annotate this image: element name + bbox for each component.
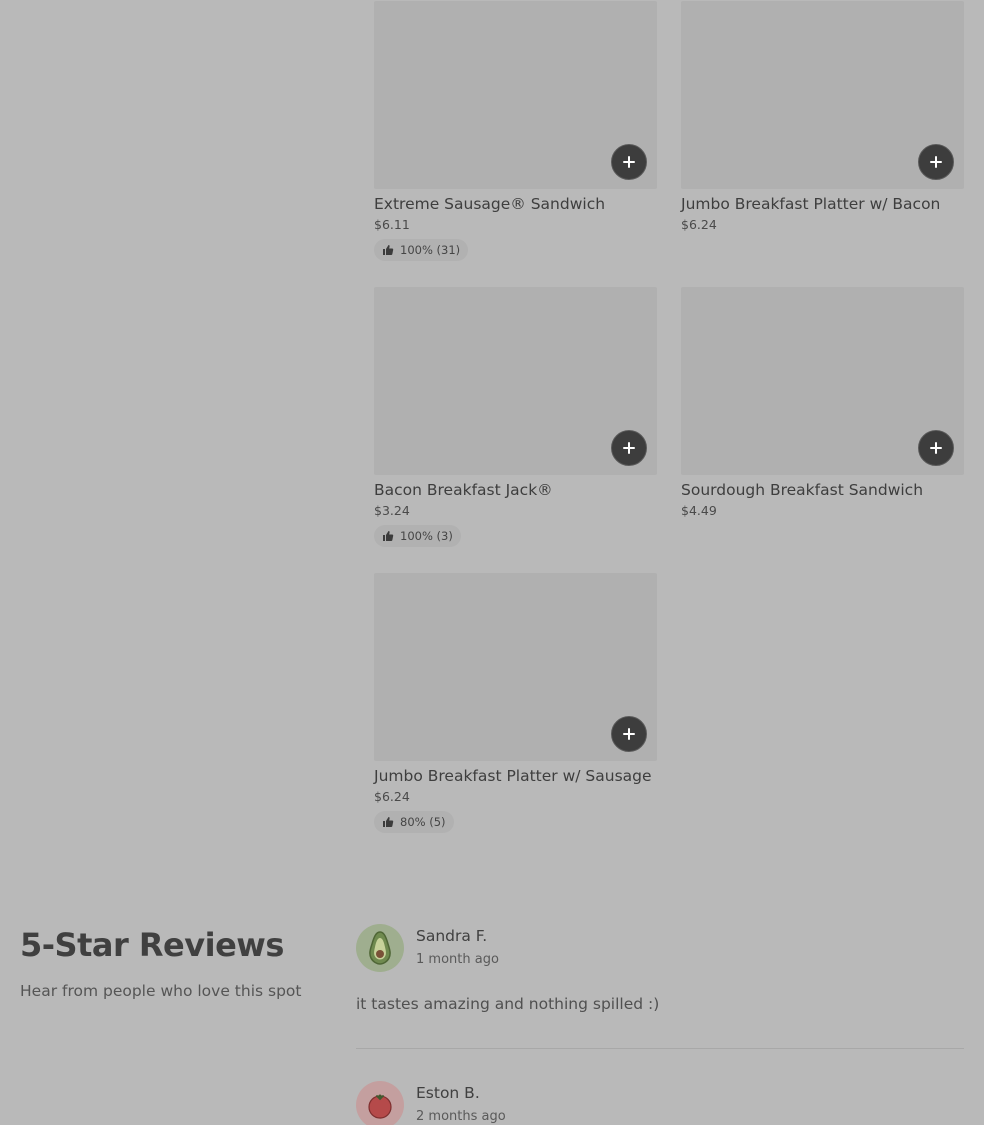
menu-item-name: Bacon Breakfast Jack® (374, 481, 553, 499)
avocado-icon (369, 931, 391, 965)
avatar (356, 924, 404, 972)
reviewer-name: Sandra F. (416, 927, 488, 945)
review-card: Eston B. 2 months ago (356, 1081, 964, 1125)
rating-text: 100% (31) (400, 243, 461, 257)
plus-icon (623, 442, 635, 454)
reviews-title: 5-Star Reviews (20, 926, 284, 964)
menu-item-card[interactable]: Jumbo Breakfast Platter w/ Sausage $6.24… (374, 573, 657, 833)
add-to-cart-button[interactable] (611, 716, 647, 752)
menu-item-card[interactable]: Extreme Sausage® Sandwich $6.11 100% (31… (374, 1, 657, 261)
thumbs-up-icon (383, 245, 394, 255)
menu-item-name: Sourdough Breakfast Sandwich (681, 481, 924, 499)
review-time: 2 months ago (416, 1109, 506, 1124)
plus-icon (930, 442, 942, 454)
rating-badge: 80% (5) (374, 811, 454, 833)
menu-item-card[interactable]: Sourdough Breakfast Sandwich $4.49 (681, 287, 964, 519)
review-divider (356, 1048, 964, 1049)
menu-item-name: Extreme Sausage® Sandwich (374, 195, 606, 213)
menu-item-image[interactable] (374, 287, 657, 475)
plus-icon (623, 728, 635, 740)
add-to-cart-button[interactable] (918, 144, 954, 180)
menu-item-price: $6.24 (681, 217, 717, 232)
menu-item-image[interactable] (374, 1, 657, 189)
thumbs-up-icon (383, 531, 394, 541)
add-to-cart-button[interactable] (611, 144, 647, 180)
reviews-subtitle: Hear from people who love this spot (20, 982, 302, 1000)
menu-item-price: $6.11 (374, 217, 410, 232)
menu-item-image[interactable] (681, 1, 964, 189)
store-page: Extreme Sausage® Sandwich $6.11 100% (31… (0, 0, 984, 1125)
menu-item-card[interactable]: Bacon Breakfast Jack® $3.24 100% (3) (374, 287, 657, 547)
review-card: Sandra F. 1 month ago it tastes amazing … (356, 924, 964, 1024)
review-time: 1 month ago (416, 952, 499, 967)
plus-icon (930, 156, 942, 168)
menu-item-image[interactable] (374, 573, 657, 761)
rating-badge: 100% (31) (374, 239, 469, 261)
menu-item-name: Jumbo Breakfast Platter w/ Sausage (374, 767, 652, 785)
menu-item-card[interactable]: Jumbo Breakfast Platter w/ Bacon $6.24 (681, 1, 964, 233)
avatar (356, 1081, 404, 1125)
menu-item-price: $3.24 (374, 503, 410, 518)
rating-badge: 100% (3) (374, 525, 461, 547)
reviewer-name: Eston B. (416, 1084, 480, 1102)
add-to-cart-button[interactable] (918, 430, 954, 466)
add-to-cart-button[interactable] (611, 430, 647, 466)
plus-icon (623, 156, 635, 168)
tomato-icon (368, 1094, 392, 1119)
menu-item-name: Jumbo Breakfast Platter w/ Bacon (681, 195, 941, 213)
review-text: it tastes amazing and nothing spilled :) (356, 995, 660, 1013)
menu-item-price: $6.24 (374, 789, 410, 804)
rating-text: 80% (5) (400, 815, 446, 829)
thumbs-up-icon (383, 817, 394, 827)
menu-item-image[interactable] (681, 287, 964, 475)
rating-text: 100% (3) (400, 529, 453, 543)
menu-item-price: $4.49 (681, 503, 717, 518)
